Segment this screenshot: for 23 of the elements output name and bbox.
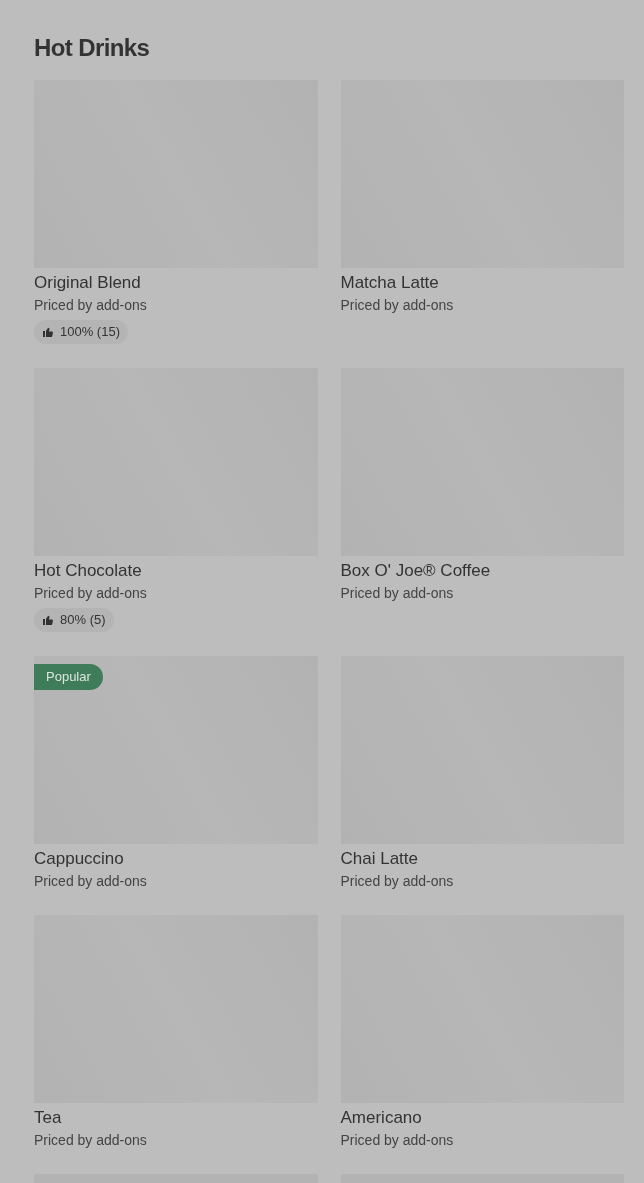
item-name: Hot Chocolate — [34, 560, 143, 582]
item-price-note: Priced by add-ons — [34, 1131, 148, 1150]
item-price-note: Priced by add-ons — [340, 872, 455, 891]
item-name: Americano — [340, 1107, 423, 1129]
section-title: Hot Drinks — [34, 33, 151, 63]
item-price-note: Priced by add-ons — [34, 872, 148, 891]
rating-text: 100% (15) — [60, 323, 120, 342]
item-name: Box O' Joe® Coffee — [340, 560, 492, 582]
item-price-note: Priced by add-ons — [340, 1131, 455, 1150]
item-price-note: Priced by add-ons — [34, 584, 148, 603]
popular-badge: Popular — [34, 664, 103, 690]
item-name: Tea — [34, 1107, 63, 1129]
item-price-note: Priced by add-ons — [340, 296, 455, 315]
item-name: Original Blend — [34, 272, 142, 294]
thumbs-up-icon — [42, 614, 54, 626]
item-name: Matcha Latte — [340, 272, 440, 294]
item-price-note: Priced by add-ons — [34, 296, 148, 315]
item-image[interactable]: Popular — [34, 656, 318, 844]
item-name: Cappuccino — [34, 848, 125, 870]
item-price-note: Priced by add-ons — [340, 584, 455, 603]
item-name: Chai Latte — [340, 848, 419, 870]
thumbs-up-icon — [42, 326, 54, 338]
rating-text: 80% (5) — [60, 611, 106, 630]
